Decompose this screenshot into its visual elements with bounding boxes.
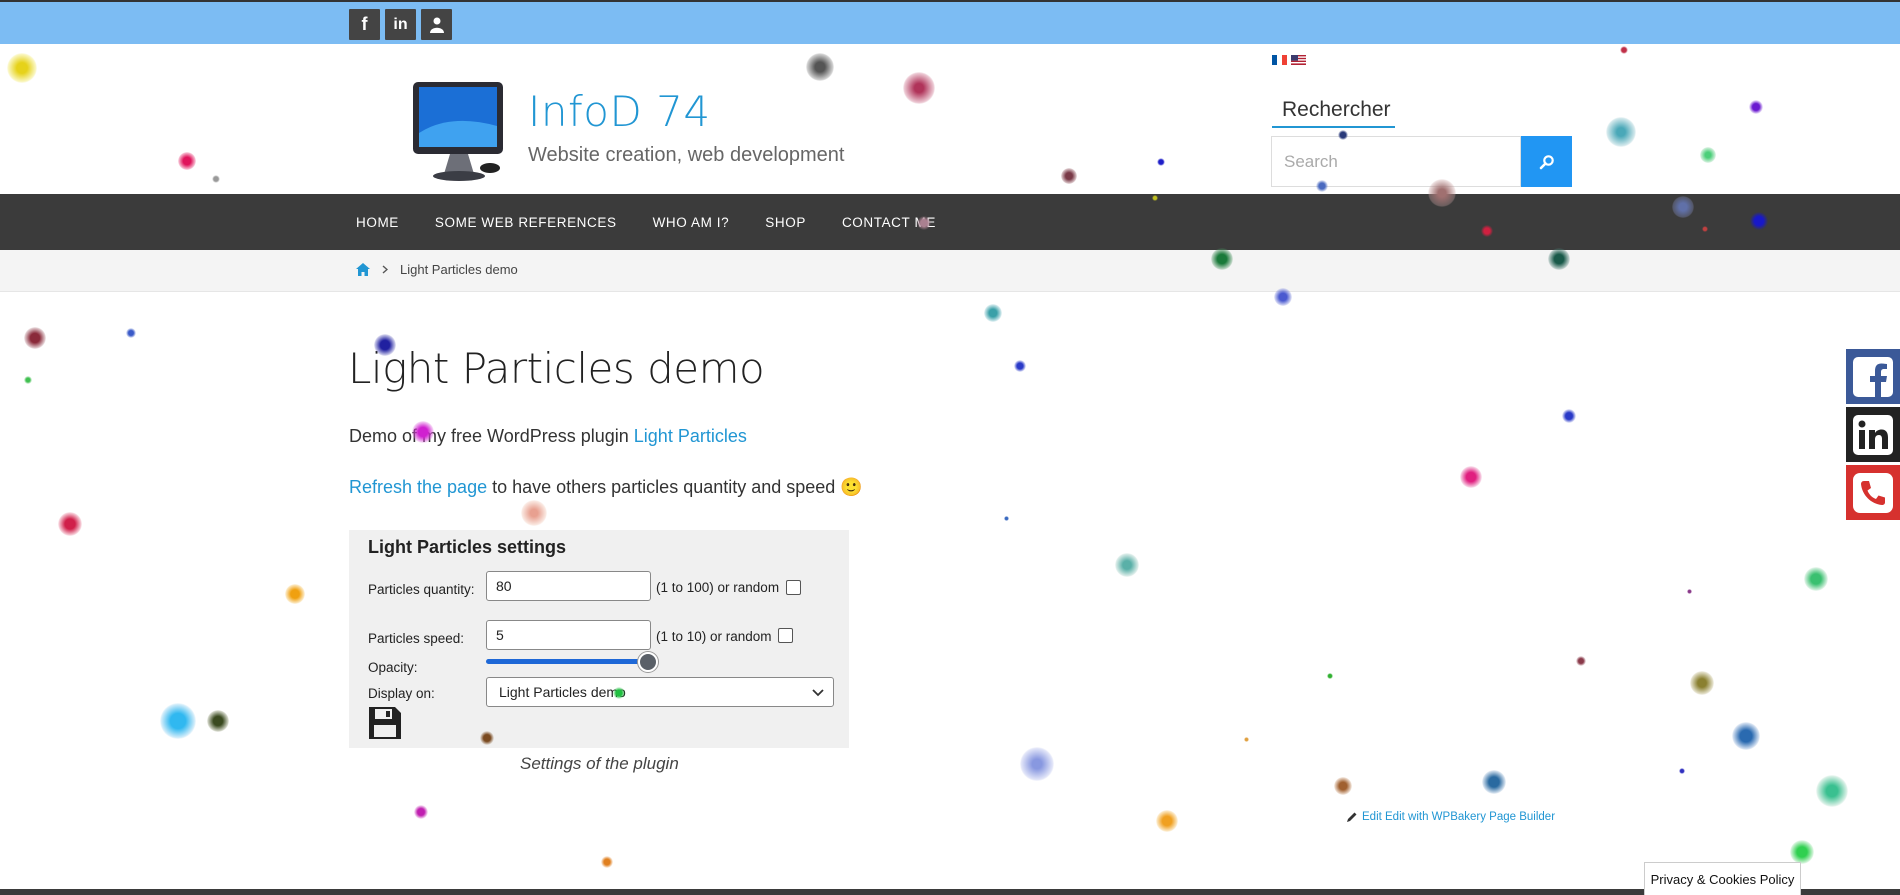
particle	[1804, 567, 1828, 591]
top-social-links: f in	[349, 9, 452, 40]
opacity-slider-track[interactable]	[486, 659, 648, 664]
side-linkedin-button[interactable]	[1846, 407, 1900, 462]
user-icon[interactable]	[421, 9, 452, 40]
top-bar: f in	[0, 0, 1900, 44]
flag-us-icon[interactable]	[1291, 55, 1306, 65]
particle	[1482, 770, 1506, 794]
particle	[1004, 516, 1009, 521]
edit-page-builder-link[interactable]: Edit Edit with WPBakery Page Builder	[1346, 811, 1555, 823]
particle	[1244, 737, 1249, 742]
breadcrumb-current: Light Particles demo	[400, 262, 518, 277]
particle	[126, 328, 136, 338]
particle	[207, 710, 229, 732]
quantity-input[interactable]: 80	[486, 571, 651, 601]
quantity-hint: (1 to 100) or random	[656, 580, 780, 595]
edit-link-text: Edit Edit with WPBakery Page Builder	[1362, 811, 1556, 823]
particle	[414, 805, 428, 819]
nav-item-contact[interactable]: CONTACT ME	[824, 215, 954, 230]
facebook-icon	[1853, 356, 1893, 397]
particle	[984, 304, 1002, 322]
nav-item-home[interactable]: HOME	[338, 215, 417, 230]
particle	[1156, 810, 1178, 832]
refresh-link[interactable]: Refresh the page	[349, 477, 487, 497]
chevron-right-icon	[382, 265, 388, 274]
facebook-icon[interactable]: f	[349, 9, 380, 40]
particle	[24, 327, 46, 349]
particle	[1014, 360, 1026, 372]
speed-input[interactable]: 5	[486, 620, 651, 650]
particle	[1790, 840, 1814, 864]
side-social-bar	[1846, 349, 1900, 523]
settings-title: Light Particles settings	[368, 537, 567, 557]
home-icon[interactable]	[356, 263, 370, 276]
pencil-icon	[1347, 812, 1357, 822]
particle	[1020, 747, 1054, 781]
floppy-disk-icon[interactable]	[368, 706, 402, 740]
page-title: Light Particles demo	[348, 344, 765, 393]
quantity-label: Particles quantity:	[368, 582, 475, 597]
image-caption: Settings of the plugin	[520, 754, 679, 773]
intro-paragraph: Demo of my free WordPress plugin Light P…	[349, 426, 747, 447]
site-title[interactable]: InfoD 74	[528, 87, 711, 136]
display-label: Display on:	[368, 686, 435, 701]
particle	[58, 512, 82, 536]
search-widget-title: Rechercher	[1272, 98, 1395, 128]
particle	[1687, 589, 1692, 594]
breadcrumb-bar: Light Particles demo	[0, 250, 1900, 292]
flag-fr-icon[interactable]	[1272, 55, 1287, 65]
footer-bar	[0, 889, 1900, 895]
phone-icon	[1853, 472, 1893, 513]
plugin-settings-panel: Light Particles settings Particles quant…	[349, 530, 849, 748]
linkedin-icon	[1853, 414, 1893, 455]
opacity-label: Opacity:	[368, 660, 418, 675]
refresh-paragraph: Refresh the page to have others particle…	[349, 477, 863, 498]
main-navigation: HOME SOME WEB REFERENCES WHO AM I? SHOP …	[0, 194, 1900, 250]
particle	[1816, 775, 1848, 807]
opacity-slider-thumb[interactable]	[638, 652, 658, 672]
nav-item-shop[interactable]: SHOP	[747, 215, 824, 230]
particle	[1115, 553, 1139, 577]
search-icon	[1539, 154, 1554, 169]
particle	[285, 584, 305, 604]
breadcrumb: Light Particles demo	[356, 262, 518, 277]
cookie-policy-button[interactable]: Privacy & Cookies Policy	[1644, 862, 1801, 895]
particle	[24, 376, 32, 384]
particle	[601, 856, 613, 868]
site-description: Website creation, web development	[528, 144, 845, 166]
particle	[1327, 673, 1333, 679]
side-facebook-button[interactable]	[1846, 349, 1900, 404]
display-selected-value: Light Particles demo	[499, 684, 626, 700]
particle	[160, 703, 196, 739]
linkedin-icon[interactable]: in	[385, 9, 416, 40]
particle	[1460, 466, 1482, 488]
language-switcher	[1272, 55, 1306, 65]
particle	[1562, 409, 1576, 423]
search-button[interactable]	[1521, 136, 1572, 187]
quantity-random-checkbox[interactable]	[786, 580, 801, 595]
nav-item-web-references[interactable]: SOME WEB REFERENCES	[417, 215, 635, 230]
side-phone-button[interactable]	[1846, 465, 1900, 520]
intro-text: Demo of my free WordPress plugin	[349, 426, 634, 446]
refresh-text: to have others particles quantity and sp…	[487, 477, 841, 497]
particle	[1576, 656, 1586, 666]
speed-hint: (1 to 10) or random	[656, 629, 772, 644]
particle	[1732, 722, 1760, 750]
site-header: InfoD 74 Website creation, web developme…	[0, 44, 1900, 194]
particle	[521, 500, 547, 526]
display-select[interactable]: Light Particles demo	[486, 677, 834, 707]
particle	[1679, 768, 1685, 774]
speed-random-checkbox[interactable]	[778, 628, 793, 643]
chevron-down-icon	[812, 689, 824, 697]
speed-label: Particles speed:	[368, 631, 465, 646]
smile-emoji: 🙂	[840, 477, 863, 497]
site-logo[interactable]	[410, 78, 510, 188]
particle	[1334, 777, 1352, 795]
particle	[1690, 671, 1714, 695]
nav-item-who-am-i[interactable]: WHO AM I?	[635, 215, 748, 230]
search-input[interactable]: Search	[1271, 136, 1521, 187]
plugin-link[interactable]: Light Particles	[634, 426, 747, 446]
